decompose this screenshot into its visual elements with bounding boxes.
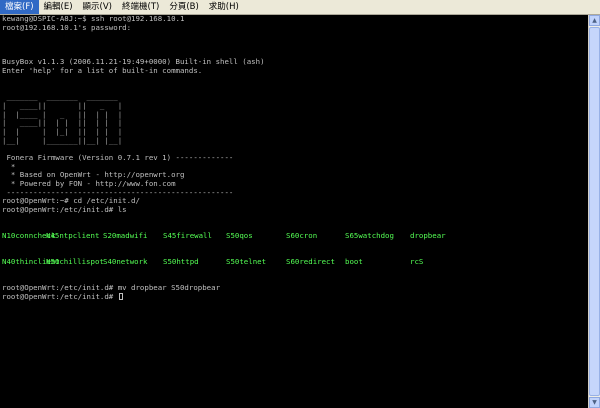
menu-file[interactable]: 檔案(F)	[0, 0, 39, 14]
scrollbar-thumb[interactable]	[589, 27, 600, 396]
ls-entry: S65watchdog	[345, 231, 394, 241]
ls-entry: dropbear	[410, 231, 446, 241]
menu-terminal[interactable]: 終端機(T)	[117, 0, 164, 14]
prompt-line[interactable]: root@OpenWrt:/etc/init.d#	[2, 292, 588, 302]
ls-entry: S50httpd	[163, 257, 199, 267]
terminal-line: root@192.168.10.1's password:	[2, 22, 132, 32]
ls-output: N10conncheck N40thinclient N45ntpclient …	[2, 215, 588, 285]
ls-entry: S20madwifi	[103, 231, 148, 241]
ls-entry: N10conncheck	[2, 231, 56, 241]
ls-entry: S50qos	[226, 231, 253, 241]
ls-entry: N45ntpclient	[46, 231, 100, 241]
ls-entry: N50chillispot	[46, 257, 104, 267]
ls-entry: S60redirect	[286, 257, 335, 267]
scroll-down-arrow-icon[interactable]: ▼	[589, 397, 600, 408]
ls-entry: rcS	[410, 257, 424, 267]
terminal-line: Enter 'help' for a list of built-in comm…	[2, 66, 203, 76]
vertical-scrollbar[interactable]: ▲ ▼	[588, 15, 600, 408]
menu-view[interactable]: 顯示(V)	[78, 0, 117, 14]
logo-line: |__| |_______||__| |__|	[2, 135, 123, 145]
ls-entry: S45firewall	[163, 231, 212, 241]
menu-help[interactable]: 求助(H)	[204, 0, 244, 14]
ls-entry: boot	[345, 257, 363, 267]
menu-edit[interactable]: 編輯(E)	[39, 0, 78, 14]
terminal-line: root@OpenWrt:/etc/init.d# ls	[2, 205, 127, 215]
menu-bar: 檔案(F) 編輯(E) 顯示(V) 終端機(T) 分頁(B) 求助(H)	[0, 0, 600, 15]
menu-tabs[interactable]: 分頁(B)	[164, 0, 203, 14]
ls-entry: S60cron	[286, 231, 318, 241]
terminal-line: Fonera Firmware (Version 0.7.1 rev 1) --…	[2, 153, 234, 162]
scroll-up-arrow-icon[interactable]: ▲	[589, 15, 600, 26]
ls-entry: S50telnet	[226, 257, 267, 267]
ls-entry: S40network	[103, 257, 148, 267]
ls-entry: N40thinclient	[2, 257, 60, 267]
prompt-text: root@OpenWrt:/etc/init.d#	[2, 292, 118, 302]
terminal-output[interactable]: kewang@DSPIC-A8J:~$ ssh root@192.168.10.…	[0, 15, 588, 408]
fon-ascii-logo: _______ _______ _______ | ____|| || _ | …	[2, 92, 588, 145]
text-cursor	[118, 293, 123, 301]
